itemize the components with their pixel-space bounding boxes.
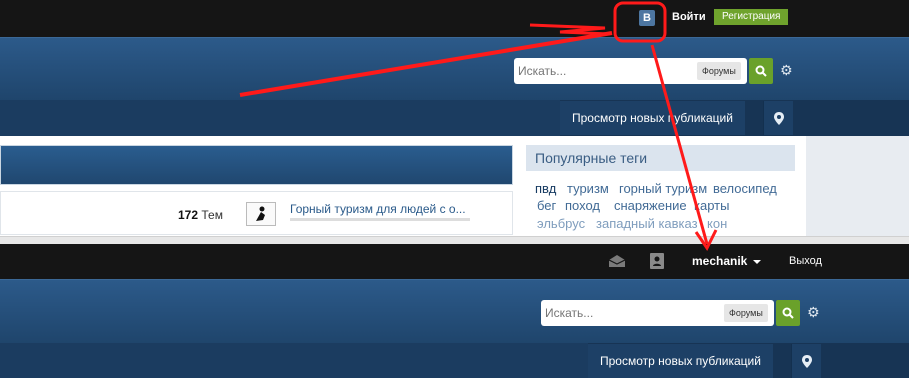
gear-icon[interactable]: ⚙ [807, 304, 820, 320]
screenshot-divider [0, 236, 909, 244]
subnav-background [0, 100, 560, 136]
search-icon [755, 65, 767, 77]
last-poster-avatar[interactable] [246, 202, 276, 226]
latest-topic-meta [290, 218, 470, 221]
user-top-bar: mechanik Выход [0, 244, 909, 279]
login-link[interactable]: Войти [672, 11, 706, 23]
guest-search-button[interactable] [749, 58, 773, 84]
user-search-box: Форумы [541, 300, 774, 326]
logout-link[interactable]: Выход [789, 255, 822, 267]
latest-topic-link[interactable]: Горный туризм для людей с о... [290, 202, 466, 216]
tag-link[interactable]: снаряжение [614, 198, 687, 213]
map-pin-button[interactable] [763, 101, 793, 135]
topic-count: 172 Тем [178, 208, 223, 222]
user-search-input[interactable] [545, 303, 715, 323]
guest-search-box: Форумы [514, 58, 747, 84]
topic-count-unit: Тем [201, 208, 223, 222]
tag-link[interactable]: туризм [567, 181, 609, 196]
tag-link[interactable]: западный кавказ [596, 216, 698, 231]
new-posts-button[interactable]: Просмотр новых публикаций [560, 101, 745, 135]
map-pin-icon [773, 111, 784, 125]
register-button[interactable]: Регистрация [714, 9, 789, 25]
hiker-icon [256, 206, 265, 221]
guest-content-area: 172 Тем Горный туризм для людей с о... П… [0, 136, 909, 236]
guest-search-scope[interactable]: Форумы [697, 62, 741, 80]
messages-button[interactable] [607, 251, 627, 271]
content-sidebar-fill [806, 136, 909, 236]
new-posts-button[interactable]: Просмотр новых публикаций [588, 344, 773, 378]
notifications-button[interactable] [647, 251, 667, 271]
popular-tags-header: Популярные теги [526, 145, 795, 171]
tag-link[interactable]: кон [707, 216, 727, 231]
popular-tags-panel: Популярные теги пвд туризм горный туризм… [526, 145, 795, 236]
tag-link[interactable]: горный туризм [619, 181, 707, 196]
user-search-scope[interactable]: Форумы [724, 304, 768, 322]
username-label: mechanik [692, 254, 748, 268]
user-menu-toggle[interactable]: mechanik [692, 254, 762, 268]
topic-count-value: 172 [178, 208, 199, 222]
map-pin-button[interactable] [791, 344, 821, 378]
envelope-icon [608, 255, 626, 267]
user-header: Форумы ⚙ [0, 279, 909, 343]
user-subnav: Просмотр новых публикаций [0, 343, 909, 378]
tag-link[interactable]: велосипед [713, 181, 777, 196]
map-pin-icon [801, 354, 812, 368]
guest-header: Форумы ⚙ [0, 37, 909, 100]
search-icon [782, 307, 794, 319]
guest-subnav: Просмотр новых публикаций [0, 100, 909, 136]
gear-icon[interactable]: ⚙ [780, 62, 793, 78]
tag-link[interactable]: бег [537, 198, 556, 213]
forum-category-header [0, 145, 513, 185]
subnav-background [0, 343, 588, 378]
tag-link[interactable]: карты [694, 198, 729, 213]
guest-top-bar: B Войти Регистрация [0, 0, 909, 37]
tag-link[interactable]: эльбрус [537, 216, 585, 231]
guest-search-input[interactable] [518, 61, 688, 81]
vk-login-icon[interactable]: B [639, 10, 655, 26]
tag-link[interactable]: пвд [535, 181, 556, 196]
tag-link[interactable]: поход [565, 198, 600, 213]
user-search-button[interactable] [776, 300, 800, 326]
contact-card-icon [650, 253, 664, 269]
chevron-down-icon [753, 259, 762, 264]
